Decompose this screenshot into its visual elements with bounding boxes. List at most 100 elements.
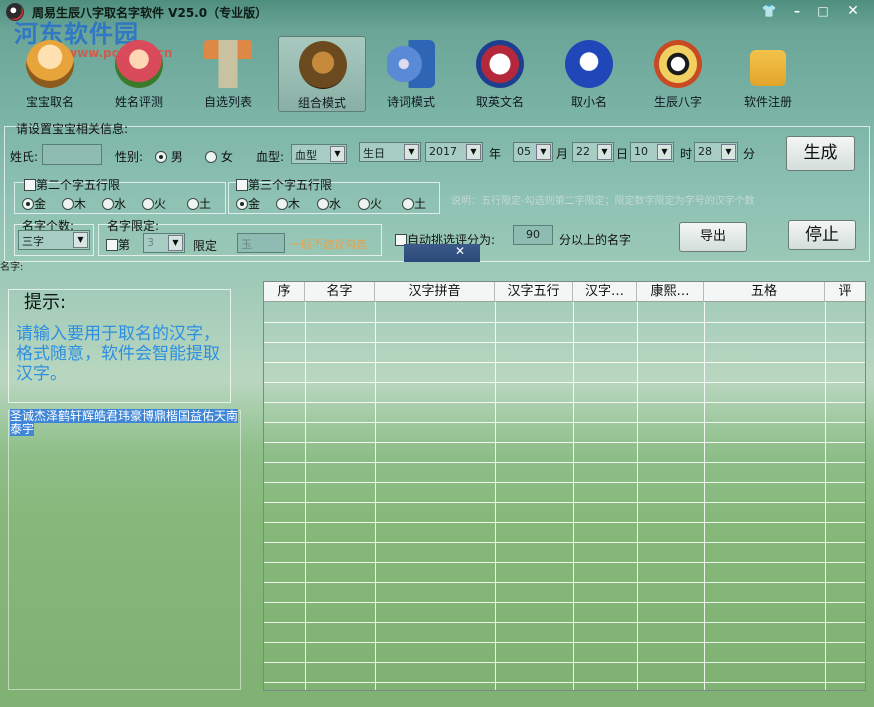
name-limit-checkbox[interactable]: 第	[106, 236, 130, 253]
radio-dot	[402, 198, 414, 210]
col-header-score[interactable]: 评	[825, 282, 865, 302]
export-button[interactable]: 导出	[679, 222, 747, 252]
col-header-index[interactable]: 序	[264, 282, 305, 302]
progress-popup	[404, 244, 480, 262]
birthday-select[interactable]: 生日 ▼	[359, 142, 421, 162]
table-header: 序 名字 汉字拼音 汉字五行 汉字… 康熙… 五格 评	[264, 282, 865, 302]
auto-pick-score-input[interactable]: 90	[513, 225, 553, 245]
limit-char-input[interactable]: 玉	[237, 233, 285, 253]
grid-row-line	[264, 622, 865, 623]
toolbar-english-name[interactable]: 取英文名	[456, 36, 544, 112]
col-header-wuge[interactable]: 五格	[704, 282, 825, 302]
grid-row-line	[264, 562, 865, 563]
grid-row-line	[264, 442, 865, 443]
chevron-down-icon: ▼	[597, 144, 612, 160]
month-select[interactable]: 05 ▼	[513, 142, 553, 162]
col-header-name[interactable]: 名字	[305, 282, 375, 302]
grid-col-line	[704, 302, 705, 690]
toolbar-name-evaluation[interactable]: 姓名评测	[95, 36, 183, 112]
tips-text: 请输入要用于取名的汉字，格式随意，软件会智能提取汉字。	[16, 324, 220, 384]
col-header-hanzi-more[interactable]: 汉字…	[573, 282, 637, 302]
maximize-icon[interactable]: □	[812, 2, 834, 20]
limit-label: 限定	[193, 239, 218, 253]
toolbar-combination-mode[interactable]: 组合模式	[278, 36, 366, 112]
surname-input[interactable]	[42, 144, 102, 165]
chevron-down-icon: ▼	[466, 144, 481, 160]
grid-col-line	[825, 302, 826, 690]
third-char-shui-radio[interactable]: 水	[317, 195, 341, 212]
radio-dot	[187, 198, 199, 210]
second-char-huo-radio[interactable]: 火	[142, 195, 166, 212]
tips-title: 提示:	[24, 292, 67, 313]
blood-type-select[interactable]: 血型 ▼	[291, 144, 347, 164]
radio-dot	[236, 198, 248, 210]
third-char-jin-radio[interactable]: 金	[236, 195, 260, 212]
day-label: 日	[616, 147, 629, 161]
minute-select[interactable]: 28 ▼	[694, 142, 738, 162]
settings-group-title: 请设置宝宝相关信息:	[16, 122, 129, 136]
gender-label: 性别:	[115, 150, 144, 164]
radio-dot	[205, 151, 217, 163]
second-char-jin-radio[interactable]: 金	[22, 195, 46, 212]
third-char-checkbox[interactable]: 第三个字五行限	[236, 176, 332, 193]
chevron-down-icon: ▼	[721, 144, 736, 160]
hour-select[interactable]: 10 ▼	[630, 142, 674, 162]
second-char-mu-radio[interactable]: 木	[62, 195, 86, 212]
stop-button[interactable]: 停止	[788, 220, 856, 250]
limit-position-select[interactable]: 3 ▼	[143, 233, 185, 253]
grid-row-line	[264, 362, 865, 363]
second-char-tu-radio[interactable]: 土	[187, 195, 211, 212]
toolbar-custom-list[interactable]: 自选列表	[184, 36, 272, 112]
toolbar-register[interactable]: 软件注册	[724, 36, 812, 112]
checkbox-box	[24, 179, 36, 191]
limit-hint: 一般不建议勾选	[290, 238, 367, 251]
minimize-icon[interactable]: –	[786, 2, 808, 20]
grid-row-line	[264, 662, 865, 663]
col-header-kangxi[interactable]: 康熙…	[637, 282, 704, 302]
second-char-checkbox[interactable]: 第二个字五行限	[24, 176, 120, 193]
month-label: 月	[556, 147, 569, 161]
gender-female-radio[interactable]: 女	[205, 148, 233, 165]
note-text: 说明：五行限定-勾选则第二字限定；限定数字限定为字号的汉字个数	[451, 196, 755, 207]
minute-label: 分	[743, 147, 756, 161]
radio-dot	[317, 198, 329, 210]
hanzi-input-text[interactable]: 圣诚杰泽鹤轩辉皓君玮豪博鼎楷国益佑天南 泰宇	[10, 409, 240, 436]
radio-dot	[155, 151, 167, 163]
bagua-icon	[654, 40, 702, 88]
close-icon[interactable]: ✕	[455, 244, 465, 258]
hanzi-input-area[interactable]	[8, 410, 241, 690]
baby-icon	[26, 40, 74, 88]
chevron-down-icon: ▼	[330, 146, 345, 162]
third-char-mu-radio[interactable]: 木	[276, 195, 300, 212]
second-char-shui-radio[interactable]: 水	[102, 195, 126, 212]
toolbar-poetry-mode[interactable]: 诗词模式	[367, 36, 455, 112]
col-header-pinyin[interactable]: 汉字拼音	[375, 282, 495, 302]
grid-col-line	[305, 302, 306, 690]
grid-row-line	[264, 542, 865, 543]
grid-row-line	[264, 402, 865, 403]
skin-icon[interactable]: 👕	[758, 2, 780, 20]
results-table[interactable]: 序 名字 汉字拼音 汉字五行 汉字… 康熙… 五格 评	[263, 281, 866, 691]
day-select[interactable]: 22 ▼	[572, 142, 614, 162]
chevron-down-icon: ▼	[657, 144, 672, 160]
third-char-tu-radio[interactable]: 土	[402, 195, 426, 212]
grid-col-line	[637, 302, 638, 690]
col-header-wuxing[interactable]: 汉字五行	[495, 282, 573, 302]
toolbar-baby-naming[interactable]: 宝宝取名	[6, 36, 94, 112]
toolbar-birth-bazi[interactable]: 生辰八字	[634, 36, 722, 112]
year-select[interactable]: 2017 ▼	[425, 142, 483, 162]
toolbar-nickname[interactable]: 取小名	[545, 36, 633, 112]
generate-button[interactable]: 生成	[786, 136, 855, 171]
close-icon[interactable]: ✕	[842, 2, 864, 20]
grid-col-line	[573, 302, 574, 690]
third-char-huo-radio[interactable]: 火	[358, 195, 382, 212]
brush-cup-icon	[204, 40, 252, 88]
barcelona-badge-icon	[476, 40, 524, 88]
grid-row-line	[264, 582, 865, 583]
radio-dot	[358, 198, 370, 210]
wolf-badge-icon	[565, 40, 613, 88]
partial-name-label: 名字:	[0, 262, 24, 273]
name-count-select[interactable]: 三字 ▼	[18, 230, 90, 250]
grid-row-line	[264, 382, 865, 383]
gender-male-radio[interactable]: 男	[155, 148, 183, 165]
